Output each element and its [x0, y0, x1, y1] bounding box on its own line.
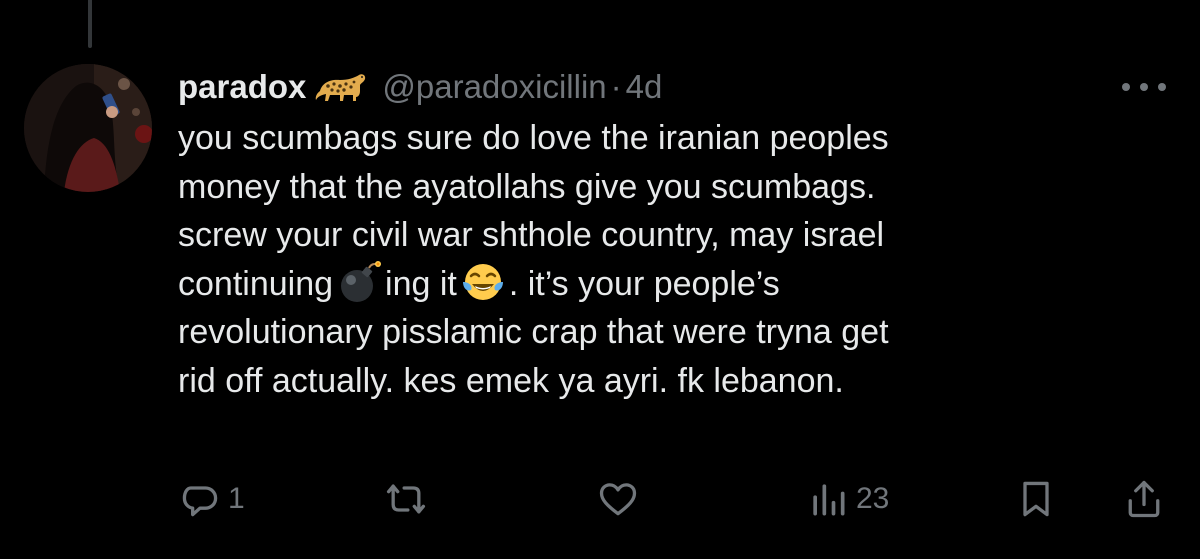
avatar-photo	[24, 64, 152, 192]
retweet-icon	[386, 484, 426, 514]
leopard-emoji-icon	[314, 67, 370, 107]
views-button[interactable]: 23	[806, 474, 889, 524]
tweet-text-line: money that the ayatollahs give you scumb…	[178, 167, 876, 206]
more-options-icon[interactable]	[1122, 72, 1166, 102]
display-name[interactable]: paradox	[178, 62, 306, 112]
reply-count: 1	[228, 482, 245, 515]
tweet-text: you scumbags sure do love the iranian pe…	[178, 114, 1138, 405]
timestamp[interactable]: 4d	[626, 62, 663, 112]
share-button[interactable]	[1122, 474, 1166, 524]
bookmark-button[interactable]	[1014, 474, 1058, 524]
heart-icon	[599, 483, 637, 516]
views-count: 23	[856, 482, 890, 515]
user-handle[interactable]: @paradoxicillin	[382, 62, 606, 112]
avatar[interactable]	[24, 64, 152, 192]
bookmark-icon	[1023, 481, 1049, 517]
tweet-text-line: you scumbags sure do love the iranian pe…	[178, 119, 889, 157]
share-icon	[1128, 480, 1160, 518]
tweet-text-line: continuing ing it . it’s your people’s	[178, 260, 1138, 309]
tweet-text-line: rid off actually. kes emek ya ayri. fk l…	[178, 361, 844, 400]
meta-separator: ·	[610, 68, 622, 105]
tweet-actions: 1 23	[178, 474, 1178, 524]
tweet-content: paradox @paradoxicillin · 4d you scumbag…	[178, 62, 1168, 405]
tweet-text-fragment: ing it	[385, 264, 457, 303]
tweet-text-line: revolutionary pisslamic crap that were t…	[178, 313, 889, 351]
tweet-text-fragment: . it’s your people’s	[508, 264, 780, 303]
reply-button[interactable]: 1	[178, 474, 245, 524]
reply-icon	[182, 486, 218, 517]
tears-of-joy-emoji-icon	[461, 260, 505, 304]
bomb-emoji-icon	[337, 260, 382, 304]
tweet-text-fragment: continuing	[178, 264, 334, 303]
like-button[interactable]	[596, 474, 646, 524]
views-chart-icon	[813, 484, 845, 516]
tweet-header: paradox @paradoxicillin · 4d	[178, 62, 1168, 112]
thread-connector-line	[88, 0, 92, 48]
tweet[interactable]: paradox @paradoxicillin · 4d you scumbag…	[0, 0, 1200, 559]
tweet-text-line: screw your civil war shthole country, ma…	[178, 216, 885, 254]
retweet-button[interactable]	[384, 474, 434, 524]
